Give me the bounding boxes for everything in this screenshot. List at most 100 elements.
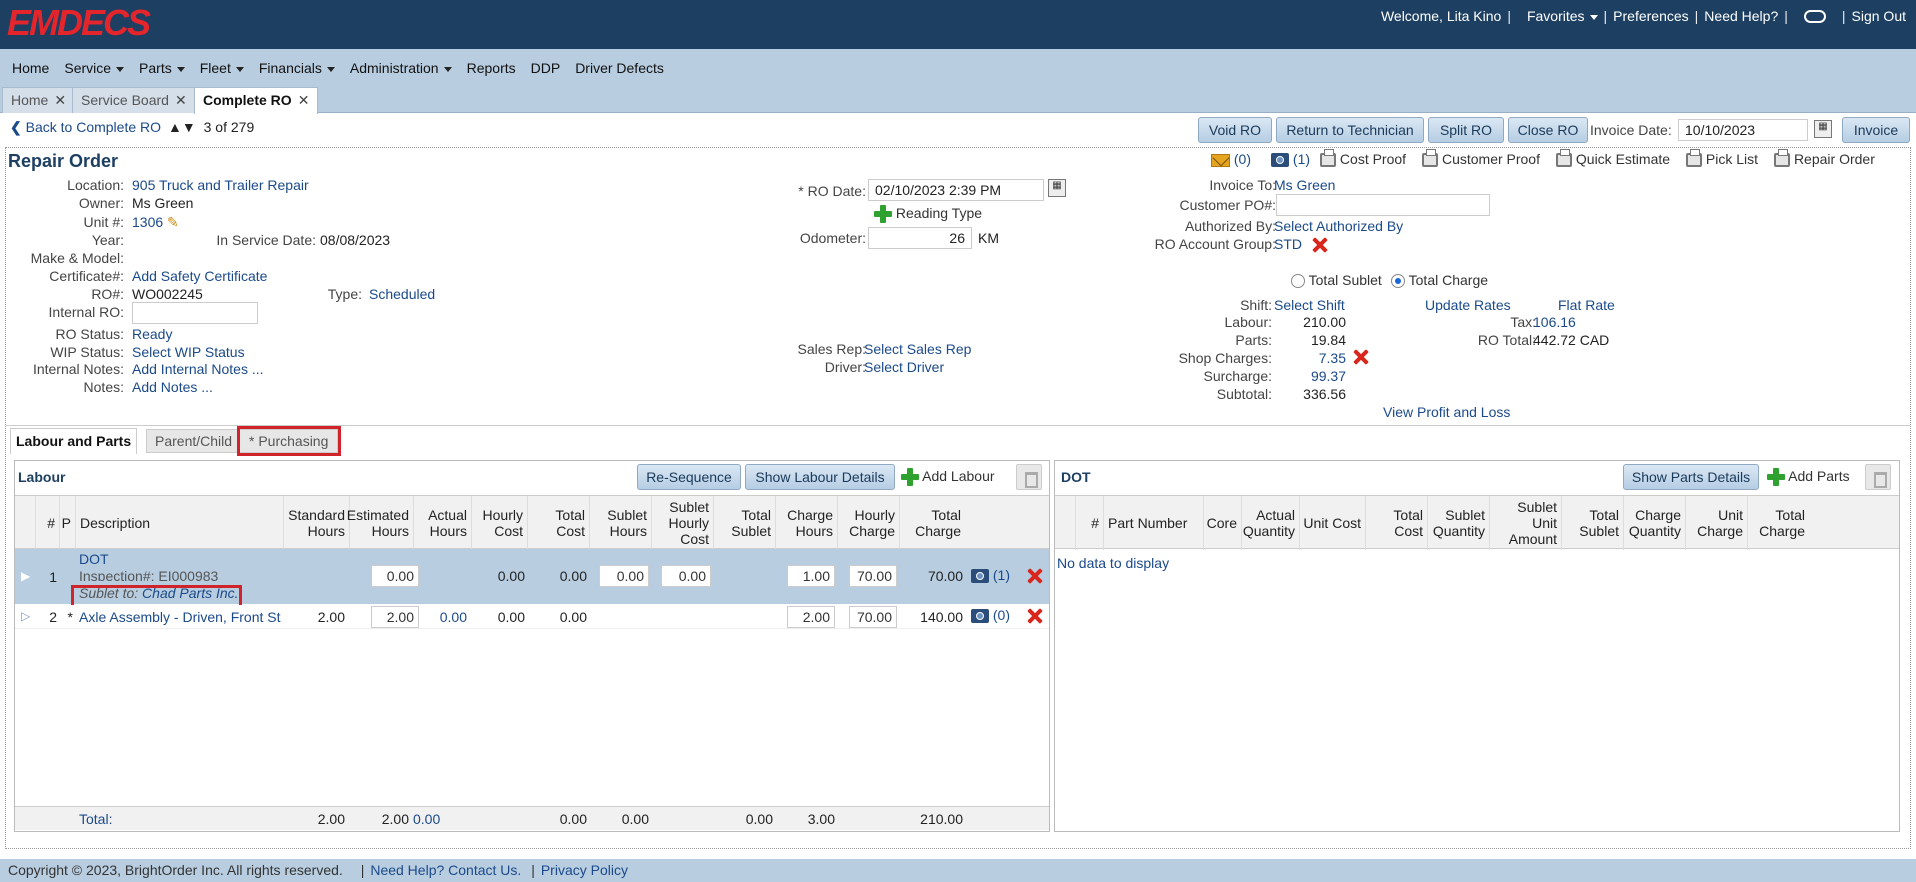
quick-estimate-button[interactable]: Quick Estimate — [1556, 149, 1670, 168]
col-charge-quantity[interactable]: Charge Quantity — [1623, 496, 1685, 550]
tab-service-board[interactable]: Service Board ✕ — [72, 87, 196, 113]
col-total-cost[interactable]: Total Cost — [527, 496, 589, 550]
shop-charges-link[interactable]: 7.35 — [1276, 350, 1346, 366]
sublet-hours-input[interactable]: 0.00 — [599, 565, 649, 587]
void-ro-button[interactable]: Void RO — [1198, 117, 1272, 143]
type-link[interactable]: Scheduled — [369, 286, 435, 302]
tab-labour-and-parts[interactable]: Labour and Parts — [10, 428, 138, 454]
internal-ro-input[interactable] — [132, 302, 258, 324]
col-charge-hours[interactable]: Charge Hours — [775, 496, 837, 550]
sign-out-link[interactable]: Sign Out — [1852, 8, 1906, 24]
menu-administration[interactable]: Administration — [350, 60, 452, 76]
row-description[interactable]: Axle Assembly - Driven, Front St — [79, 609, 281, 625]
menu-ddp[interactable]: DDP — [531, 60, 561, 76]
calendar-clock-icon[interactable]: ▦ — [1048, 179, 1066, 197]
view-profit-loss-link[interactable]: View Profit and Loss — [1383, 404, 1510, 420]
col-p[interactable]: P — [59, 496, 75, 550]
odometer-input[interactable]: 26 — [868, 227, 972, 249]
show-labour-details-button[interactable]: Show Labour Details — [745, 464, 895, 490]
arrow-down-icon[interactable]: ▼ — [182, 119, 196, 135]
add-labour-button[interactable]: Add Labour — [901, 468, 995, 487]
menu-home[interactable]: Home — [12, 60, 49, 76]
col-total-charge[interactable]: Total Charge — [899, 496, 965, 550]
add-reading-type-button[interactable]: Reading Type — [874, 205, 982, 224]
arrow-up-icon[interactable]: ▲ — [168, 119, 182, 135]
calendar-icon[interactable]: ▦ — [1814, 120, 1832, 138]
cost-proof-button[interactable]: Cost Proof — [1320, 149, 1406, 168]
sales-rep-link[interactable]: Select Sales Rep — [864, 341, 971, 357]
col-total-cost[interactable]: Total Cost — [1365, 496, 1427, 550]
unit-link[interactable]: 1306 ✎ — [132, 214, 179, 231]
col-hourly-charge[interactable]: Hourly Charge — [837, 496, 899, 550]
close-icon[interactable]: ✕ — [54, 92, 66, 108]
col-core[interactable]: Core — [1203, 496, 1241, 550]
menu-reports[interactable]: Reports — [467, 60, 516, 76]
shift-link[interactable]: Select Shift — [1274, 297, 1345, 313]
estimated-hours-input[interactable]: 2.00 — [371, 606, 419, 628]
col-actual-quantity[interactable]: Actual Quantity — [1241, 496, 1299, 550]
col-sublet-unit-amount[interactable]: Sublet Unit Amount — [1489, 496, 1561, 550]
tab-parent-child[interactable]: Parent/Child — [146, 429, 242, 453]
tab-complete-ro[interactable]: Complete RO ✕ — [194, 87, 319, 114]
surcharge-link[interactable]: 99.37 — [1276, 368, 1346, 384]
delete-row-icon[interactable] — [1026, 607, 1044, 628]
actual-hours-link[interactable]: 0.00 — [413, 609, 467, 625]
table-row[interactable]: ▷ 2 * Axle Assembly - Driven, Front St 2… — [15, 605, 1049, 629]
col-total-sublet[interactable]: Total Sublet — [713, 496, 775, 550]
ro-date-field[interactable]: 02/10/2023 2:39 PM — [868, 179, 1044, 201]
repair-order-button[interactable]: Repair Order — [1774, 149, 1875, 168]
remove-shop-charges-icon[interactable] — [1352, 348, 1370, 369]
invoice-date-field[interactable]: 10/10/2023 — [1678, 119, 1808, 141]
col-sublet-quantity[interactable]: Sublet Quantity — [1427, 496, 1489, 550]
update-rates-link[interactable]: Update Rates — [1425, 297, 1511, 313]
row-description[interactable]: DOT — [79, 551, 109, 567]
estimated-hours-input[interactable]: 0.00 — [371, 565, 419, 587]
delete-icon[interactable] — [1016, 464, 1042, 493]
contact-link[interactable]: Need Help? Contact Us. — [370, 862, 521, 878]
col-total-sublet[interactable]: Total Sublet — [1561, 496, 1623, 550]
hourly-charge-input[interactable]: 70.00 — [849, 565, 897, 587]
col-unit-charge[interactable]: Unit Charge — [1685, 496, 1747, 550]
split-ro-button[interactable]: Split RO — [1428, 117, 1504, 143]
sublet-hourly-cost-input[interactable]: 0.00 — [661, 565, 711, 587]
charge-hours-input[interactable]: 1.00 — [787, 565, 835, 587]
expand-icon[interactable]: ▶ — [21, 569, 30, 583]
col-sublet-hours[interactable]: Sublet Hours — [589, 496, 651, 550]
menu-financials[interactable]: Financials — [259, 60, 335, 76]
remove-account-group-icon[interactable] — [1311, 236, 1329, 257]
show-parts-details-button[interactable]: Show Parts Details — [1623, 464, 1759, 490]
delete-icon[interactable] — [1865, 464, 1891, 493]
invoice-button[interactable]: Invoice — [1842, 117, 1910, 143]
menu-fleet[interactable]: Fleet — [200, 60, 244, 76]
delete-row-icon[interactable] — [1026, 567, 1044, 588]
col-actual-hours[interactable]: Actual Hours — [413, 496, 471, 550]
col-unit-cost[interactable]: Unit Cost — [1299, 496, 1365, 550]
total-sublet-radio[interactable]: Total Sublet — [1291, 272, 1382, 289]
ro-status-link[interactable]: Ready — [132, 326, 172, 342]
ro-account-group-link[interactable]: STD — [1274, 236, 1302, 252]
customer-po-input[interactable] — [1276, 194, 1490, 216]
tab-home[interactable]: Home ✕ — [2, 87, 76, 113]
favorites-menu[interactable]: Favorites — [1527, 8, 1598, 24]
wip-status-link[interactable]: Select WIP Status — [132, 344, 245, 360]
help-link[interactable]: Need Help? — [1704, 8, 1778, 24]
add-notes-link[interactable]: Add Notes ... — [132, 379, 213, 395]
col-num[interactable]: # — [1075, 496, 1103, 550]
driver-link[interactable]: Select Driver — [864, 359, 944, 375]
hourly-charge-input[interactable]: 70.00 — [849, 606, 897, 628]
col-num[interactable]: # — [35, 496, 59, 550]
customer-proof-button[interactable]: Customer Proof — [1422, 149, 1540, 168]
authorized-by-link[interactable]: Select Authorized By — [1274, 218, 1403, 234]
privacy-link[interactable]: Privacy Policy — [541, 862, 628, 878]
close-icon[interactable]: ✕ — [175, 92, 187, 108]
email-button[interactable]: (0) — [1211, 151, 1251, 167]
add-parts-button[interactable]: Add Parts — [1767, 468, 1850, 487]
location-link[interactable]: 905 Truck and Trailer Repair — [132, 177, 309, 193]
back-link[interactable]: ❮ Back to Complete RO — [10, 119, 161, 136]
col-part-number[interactable]: Part Number — [1103, 496, 1203, 550]
total-charge-radio[interactable]: Total Charge — [1391, 272, 1488, 289]
app-logo[interactable]: EMDECS — [7, 5, 151, 41]
col-description[interactable]: Description — [75, 496, 283, 550]
chat-icon[interactable] — [1803, 9, 1826, 23]
col-sublet-hourly-cost[interactable]: Sublet Hourly Cost — [651, 496, 713, 550]
